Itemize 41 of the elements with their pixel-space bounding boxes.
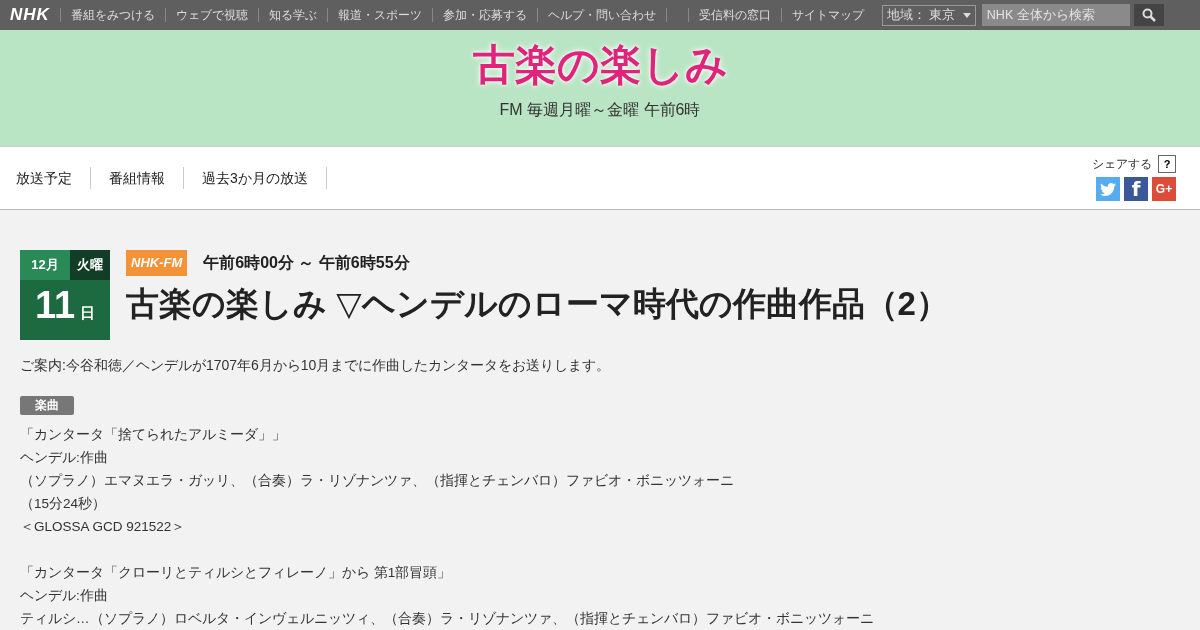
program-logo: 古楽の楽しみ [471, 39, 729, 86]
help-button[interactable]: ? [1158, 155, 1176, 173]
search-icon [1141, 8, 1156, 22]
nav-link[interactable]: ウェブで視聴 [164, 8, 258, 22]
weekday-label: 火曜 [70, 250, 110, 280]
nav-tab[interactable]: 過去3か月の放送 [184, 167, 327, 189]
nav-link[interactable]: 番組をみつける [59, 8, 165, 22]
nav-tab[interactable]: 放送予定 [0, 167, 91, 189]
track-line: ヘンデル:作曲 [20, 587, 109, 606]
track-line: ヘンデル:作曲 [20, 449, 109, 468]
nav-link[interactable]: ヘルプ・問い合わせ [536, 8, 666, 22]
episode-description: ご案内:今谷和徳／ヘンデルが1707年6月から10月までに作曲したカンタータをお送りします。 [20, 356, 612, 375]
nav-link[interactable]: サイトマップ [780, 8, 874, 22]
airtime: 午前6時00分 ～ 午前6時55分 [203, 252, 410, 273]
day-number: 11 [34, 286, 76, 324]
share-label: シェアする [1092, 156, 1152, 173]
month-label: 12月 [20, 250, 70, 280]
day-unit: 日 [80, 302, 96, 323]
track-line: 「カンタータ「捨てられたアルミーダ」」 [20, 426, 287, 445]
episode-title: 古楽の楽しみ ▽ヘンデルのローマ時代の作曲作品（2） [126, 285, 949, 322]
track-line: （ソプラノ）エマヌエラ・ガッリ、（合奏）ラ・リゾナンツァ、（指揮とチェンバロ）ファビオ・ボニッツォーニ [20, 472, 735, 491]
facebook-button[interactable]: f [1124, 177, 1148, 201]
track-line: ＜GLOSSA GCD 921522＞ [20, 518, 187, 537]
nav-link[interactable]: 報道・スポーツ [326, 8, 432, 22]
gplus-button[interactable]: G+ [1152, 177, 1176, 201]
search-field[interactable]: NHK 全体から検索 [981, 4, 1130, 26]
nhk-logo[interactable]: NHK [10, 2, 50, 28]
nav-link[interactable]: 受信料の窓口 [687, 8, 781, 22]
search-button[interactable] [1133, 4, 1164, 26]
track-line: 「カンタータ「クローリとティルシとフィレーノ」から 第1部冒頭」 [20, 564, 453, 583]
nav-tab[interactable]: 番組情報 [91, 167, 184, 189]
track-line: （15分24秒） [20, 495, 108, 514]
caret-icon [962, 12, 971, 18]
category-tag: 楽曲 [20, 396, 74, 416]
track-line: ティルシ…（ソプラノ）ロベルタ・インヴェルニッツィ、（合奏）ラ・リゾナンツァ、（指揮とチェンバロ）ファビオ・ボニッツォーニ [20, 610, 875, 629]
channel-logo: NHK-FM [126, 250, 188, 276]
region-select[interactable]: 地域： 東京 [881, 4, 976, 26]
nav-link[interactable]: 参加・応募する [431, 8, 537, 22]
nav-link[interactable]: 知る学ぶ [257, 8, 327, 22]
bird-icon [1100, 182, 1116, 196]
schedule-text: FM 毎週月曜～金曜 午前6時 [498, 100, 702, 120]
